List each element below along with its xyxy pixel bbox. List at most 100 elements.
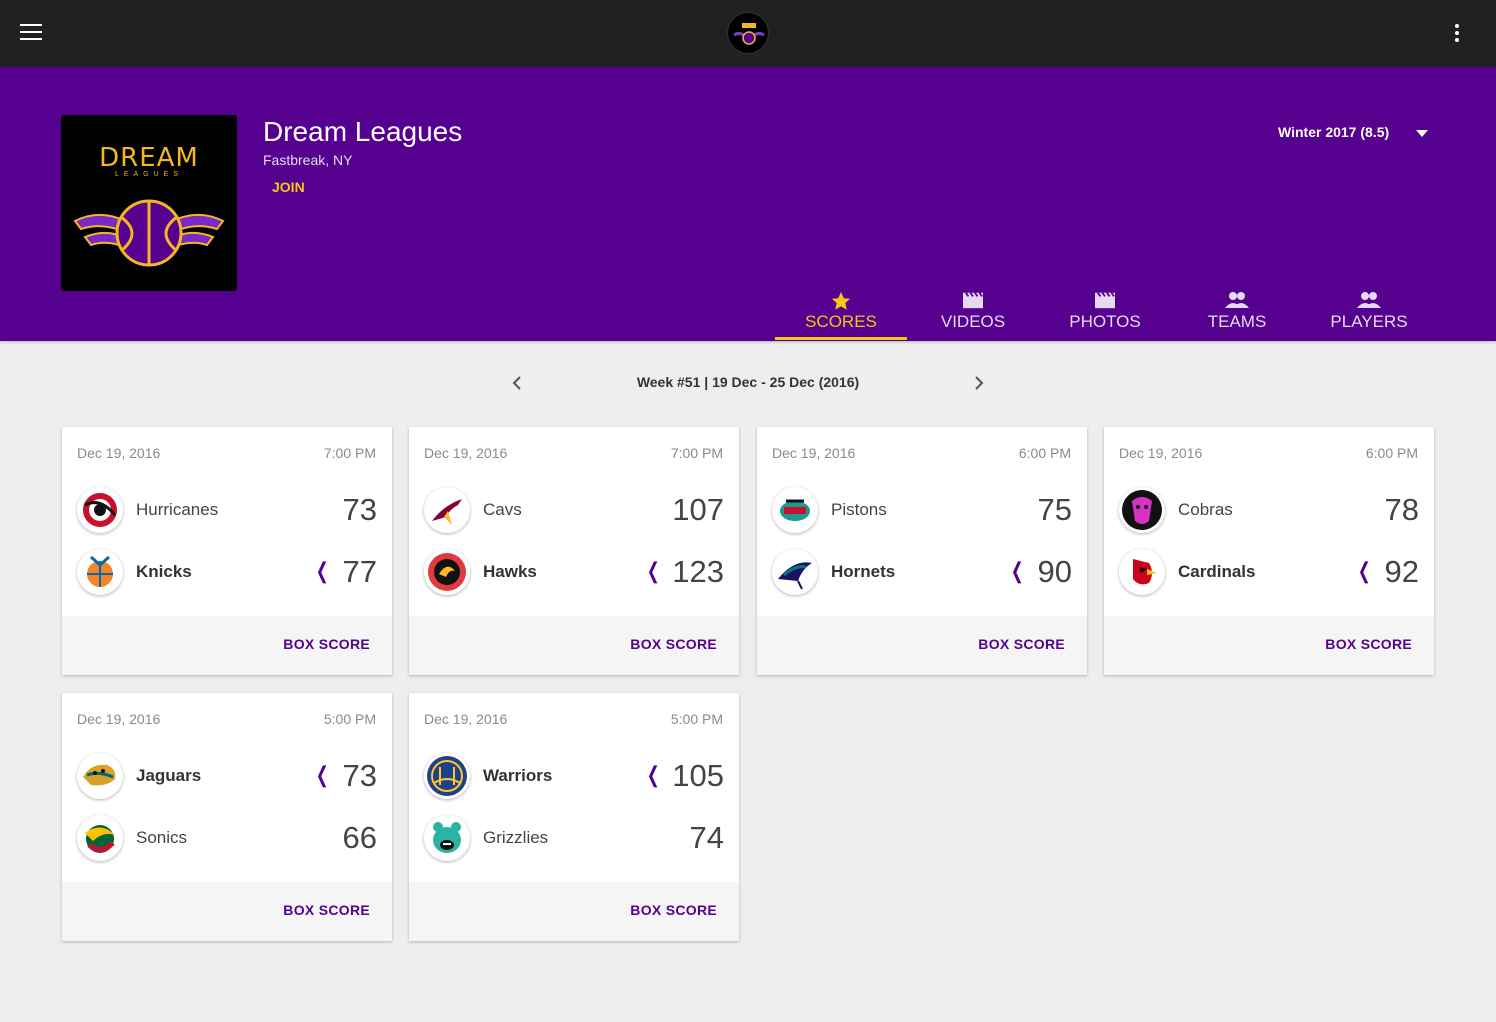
team-name: Jaguars [136, 766, 202, 785]
team-name: Pistons [831, 500, 887, 519]
team-name: Grizzlies [483, 828, 549, 847]
winner-indicator-icon: ❮ [646, 762, 660, 787]
tab-label: PLAYERS [1330, 312, 1408, 331]
tab-label: SCORES [805, 312, 877, 331]
hawks-logo-icon [424, 549, 470, 595]
team-name: Sonics [136, 828, 188, 847]
team-row[interactable]: Hurricanes 73 [77, 487, 377, 533]
winner-indicator-icon: ❮ [315, 762, 329, 787]
game-date: Dec 19, 2016 [424, 711, 508, 727]
game-time: 7:00 PM [323, 445, 376, 461]
tab-players[interactable]: PLAYERS [1303, 288, 1435, 341]
box-score-button[interactable]: BOX SCORE [630, 636, 717, 652]
team-row[interactable]: Cardinals ❮ 92 [1119, 549, 1419, 595]
more-options-icon[interactable] [1450, 24, 1464, 46]
previous-week-button[interactable] [506, 372, 528, 394]
league-name: Dream Leagues [263, 116, 463, 147]
video-icon [907, 290, 1039, 310]
cavs-logo-icon [424, 487, 470, 533]
game-card: Dec 19, 2016 6:00 PM Cobras 78 Cardinals… [1104, 427, 1434, 675]
team-name: Hurricanes [136, 500, 219, 519]
team-row[interactable]: Hornets ❮ 90 [772, 549, 1072, 595]
card-footer: BOX SCORE [62, 616, 392, 675]
winner-indicator-icon: ❮ [646, 558, 660, 583]
wings-icon [73, 199, 225, 267]
team-score: 105 [672, 758, 724, 793]
team-row[interactable]: Sonics 66 [77, 815, 377, 861]
team-score: 73 [342, 758, 377, 793]
box-score-button[interactable]: BOX SCORE [630, 902, 717, 918]
team-score: 75 [1037, 492, 1072, 527]
sonics-logo-icon [77, 815, 123, 861]
game-time: 7:00 PM [670, 445, 723, 461]
team-name: Knicks [136, 562, 192, 581]
game-card: Dec 19, 2016 7:00 PM Hurricanes 73 Knick… [62, 427, 392, 675]
chevron-down-icon[interactable] [1416, 130, 1428, 137]
team-row[interactable]: Knicks ❮ 77 [77, 549, 377, 595]
game-card: Dec 19, 2016 6:00 PM Pistons 75 Hornets … [757, 427, 1087, 675]
photo-icon [1039, 290, 1171, 310]
team-name: Hawks [483, 562, 537, 581]
tab-videos[interactable]: VIDEOS [907, 288, 1039, 341]
team-name: Cobras [1178, 500, 1233, 519]
box-score-button[interactable]: BOX SCORE [283, 902, 370, 918]
cardinals-logo-icon [1119, 549, 1165, 595]
join-button[interactable]: JOIN [272, 179, 305, 195]
league-logo-subtext: LEAGUES [114, 171, 184, 178]
team-row[interactable]: Cobras 78 [1119, 487, 1419, 533]
team-row[interactable]: Pistons 75 [772, 487, 1072, 533]
tab-label: PHOTOS [1069, 312, 1141, 331]
menu-icon[interactable] [20, 24, 44, 44]
team-row[interactable]: Jaguars ❮ 73 [77, 753, 377, 799]
grizzlies-logo-icon [424, 815, 470, 861]
team-score: 66 [342, 820, 377, 855]
team-row[interactable]: Grizzlies 74 [424, 815, 724, 861]
game-time: 5:00 PM [323, 711, 376, 727]
league-logo: DREAM LEAGUES [61, 115, 237, 291]
tab-photos[interactable]: PHOTOS [1039, 288, 1171, 341]
knicks-logo-icon [77, 549, 123, 595]
tab-teams[interactable]: TEAMS [1171, 288, 1303, 341]
team-score: 90 [1037, 554, 1072, 589]
hurricanes-logo-icon [77, 487, 123, 533]
tab-scores[interactable]: SCORES [775, 288, 907, 341]
team-score: 92 [1384, 554, 1419, 589]
card-footer: BOX SCORE [409, 616, 739, 675]
app-logo[interactable] [727, 12, 769, 54]
league-header: DREAM LEAGUES Dream Leagues Fastbreak, N… [0, 67, 1496, 341]
winner-indicator-icon: ❮ [1357, 558, 1371, 583]
game-date: Dec 19, 2016 [772, 445, 856, 461]
game-date: Dec 19, 2016 [424, 445, 508, 461]
winner-indicator-icon: ❮ [1010, 558, 1024, 583]
game-time: 5:00 PM [670, 711, 723, 727]
game-date: Dec 19, 2016 [1119, 445, 1203, 461]
game-time: 6:00 PM [1365, 445, 1418, 461]
league-location: Fastbreak, NY [263, 152, 353, 168]
game-card: Dec 19, 2016 5:00 PM Warriors ❮ 105 Griz… [409, 693, 739, 941]
season-select[interactable]: Winter 2017 (8.5) [1278, 124, 1389, 140]
team-score: 73 [342, 492, 377, 527]
league-logo-text: DREAM [99, 143, 199, 173]
next-week-button[interactable] [968, 372, 990, 394]
game-date: Dec 19, 2016 [77, 711, 161, 727]
box-score-button[interactable]: BOX SCORE [978, 636, 1065, 652]
card-footer: BOX SCORE [1104, 616, 1434, 675]
game-card: Dec 19, 2016 7:00 PM Cavs 107 Hawks ❮ 12… [409, 427, 739, 675]
team-row[interactable]: Cavs 107 [424, 487, 724, 533]
team-score: 74 [689, 820, 724, 855]
team-score: 77 [342, 554, 377, 589]
card-footer: BOX SCORE [62, 882, 392, 941]
warriors-logo-icon [424, 753, 470, 799]
winner-indicator-icon: ❮ [315, 558, 329, 583]
jaguars-logo-icon [77, 753, 123, 799]
box-score-button[interactable]: BOX SCORE [1325, 636, 1412, 652]
people-icon [1171, 290, 1303, 310]
team-row[interactable]: Hawks ❮ 123 [424, 549, 724, 595]
team-row[interactable]: Warriors ❮ 105 [424, 753, 724, 799]
chevron-left-icon [512, 376, 521, 390]
team-name: Warriors [483, 766, 553, 785]
box-score-button[interactable]: BOX SCORE [283, 636, 370, 652]
team-score: 78 [1384, 492, 1419, 527]
team-name: Cardinals [1178, 562, 1256, 581]
team-name: Hornets [831, 562, 896, 581]
